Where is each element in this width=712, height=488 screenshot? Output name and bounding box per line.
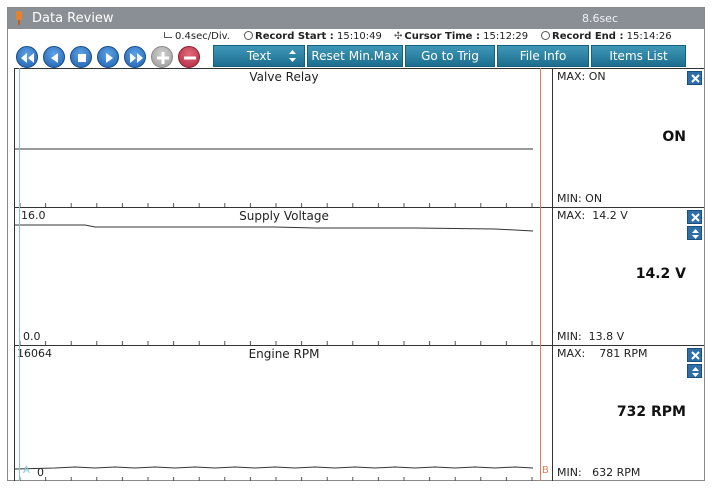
- info-bar: 0.4sec/Div. Record Start : 15:10:49 ✣ Cur…: [8, 29, 704, 45]
- time-div-info: 0.4sec/Div.: [164, 31, 230, 42]
- close-panel-button[interactable]: [687, 210, 702, 224]
- current-value: ON: [662, 129, 686, 145]
- crosshair-icon: ✣: [394, 31, 403, 42]
- up-down-arrows-icon: [692, 229, 699, 239]
- toolbar: Text Reset Min.Max Go to Trig File Info …: [8, 45, 704, 68]
- zoom-out-button[interactable]: [178, 46, 200, 68]
- valve-relay-trace: [15, 148, 533, 207]
- close-icon: [691, 351, 700, 360]
- app-icon: [16, 11, 22, 25]
- panel-engine-rpm: 16064 Engine RPM 0 MAX: 781 RPM 732 RPM …: [14, 345, 704, 481]
- up-down-arrows-icon: [692, 367, 699, 377]
- panel-supply-voltage: 16.0 Supply Voltage 0.0 MAX: 14.2 V 14.2…: [14, 207, 704, 345]
- stop-icon: [78, 54, 86, 62]
- time-div-icon: [164, 32, 172, 38]
- items-list-button[interactable]: Items List: [591, 45, 686, 67]
- max-value: MAX: 781 RPM: [557, 347, 648, 360]
- close-icon: [691, 213, 700, 222]
- max-value: MAX: 14.2 V: [557, 209, 628, 222]
- graph-supply-voltage[interactable]: 16.0 Supply Voltage 0.0: [14, 208, 552, 345]
- file-info-button[interactable]: File Info: [497, 45, 589, 67]
- engine-rpm-trace: [15, 466, 534, 481]
- text-mode-select[interactable]: Text: [213, 45, 305, 67]
- text-mode-label: Text: [246, 49, 272, 63]
- close-icon: [691, 74, 700, 83]
- cursor-time-value: 15:12:29: [483, 31, 529, 42]
- current-value: 732 RPM: [616, 404, 686, 420]
- cursor-a-line[interactable]: [19, 68, 20, 481]
- minus-icon: [184, 56, 196, 60]
- max-value: MAX: ON: [557, 70, 606, 83]
- stop-button[interactable]: [70, 46, 92, 68]
- close-panel-button[interactable]: [687, 71, 702, 85]
- graph-valve-relay[interactable]: Valve Relay: [14, 69, 552, 207]
- reset-min-max-button[interactable]: Reset Min.Max: [307, 45, 403, 67]
- cursor-a-label: A: [23, 465, 30, 476]
- value-column-engine-rpm: MAX: 781 RPM 732 RPM MIN: 632 RPM: [552, 346, 704, 481]
- cursor-time-label: Cursor Time :: [404, 31, 480, 42]
- forward-fast-button[interactable]: [124, 46, 146, 68]
- plus-icon: [157, 52, 169, 64]
- record-end-info: Record End : 15:14:26: [541, 31, 672, 42]
- min-value: MIN: ON: [557, 192, 603, 205]
- rewind-fast-button[interactable]: [16, 46, 38, 68]
- current-value: 14.2 V: [635, 266, 686, 282]
- resize-panel-button[interactable]: [687, 226, 702, 240]
- value-column-valve-relay: MAX: ON ON MIN: ON: [552, 69, 704, 207]
- data-review-window: Data Review 8.6sec 0.4sec/Div. Record St…: [7, 7, 705, 481]
- cursor-b-label: B: [542, 465, 549, 476]
- min-value: MIN: 13.8 V: [557, 330, 625, 343]
- record-end-label: Record End :: [552, 31, 624, 42]
- record-start-value: 15:10:49: [336, 31, 382, 42]
- panel-valve-relay: Valve Relay MAX: ON ON MIN: ON: [14, 68, 704, 207]
- double-right-arrow-icon: [130, 53, 143, 63]
- left-arrow-icon: [51, 53, 58, 63]
- close-panel-button[interactable]: [687, 348, 702, 362]
- cursor-time-info: ✣ Cursor Time : 15:12:29: [394, 31, 528, 42]
- right-arrow-icon: [106, 53, 113, 63]
- zoom-in-button[interactable]: [151, 46, 173, 68]
- cursor-b-line[interactable]: [540, 68, 541, 481]
- clock-icon: [244, 31, 253, 40]
- min-value: MIN: 632 RPM: [557, 466, 641, 479]
- graph-engine-rpm[interactable]: 16064 Engine RPM 0: [14, 346, 552, 481]
- record-start-info: Record Start : 15:10:49: [244, 31, 382, 42]
- clock-icon: [541, 31, 550, 40]
- supply-voltage-trace: [15, 224, 534, 345]
- record-end-value: 15:14:26: [626, 31, 672, 42]
- value-column-supply-voltage: MAX: 14.2 V 14.2 V MIN: 13.8 V: [552, 208, 704, 345]
- record-start-label: Record Start :: [255, 31, 334, 42]
- up-down-arrows-icon: [289, 50, 296, 62]
- title-bar: Data Review 8.6sec: [8, 8, 704, 29]
- resize-panel-button[interactable]: [687, 364, 702, 378]
- time-ticks: [19, 477, 533, 481]
- graph-panels: Valve Relay MAX: ON ON MIN: ON 16.0 Supp…: [14, 68, 704, 481]
- double-left-arrow-icon: [21, 53, 34, 63]
- step-back-button[interactable]: [43, 46, 65, 68]
- window-title: Data Review: [32, 11, 114, 26]
- step-forward-button[interactable]: [97, 46, 119, 68]
- go-to-trig-button[interactable]: Go to Trig: [405, 45, 495, 67]
- time-div-value: 0.4sec/Div.: [175, 31, 230, 42]
- scale-readout: 8.6sec: [581, 12, 618, 25]
